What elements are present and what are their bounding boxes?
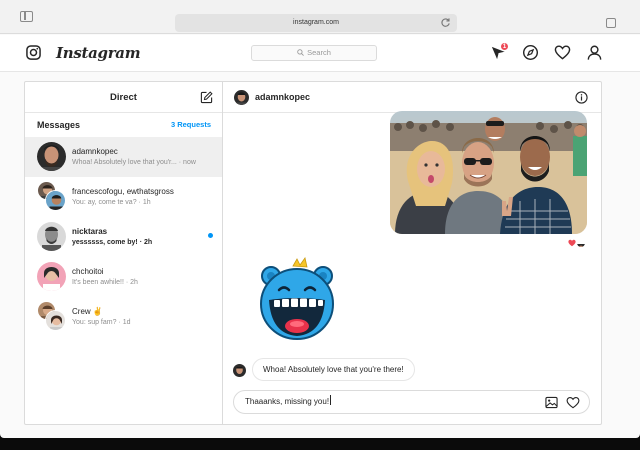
laughing-monster-sticker[interactable]	[255, 256, 343, 344]
avatar	[45, 310, 66, 331]
heart-reaction-icon	[568, 239, 576, 247]
thread-preview: You: sup fam? · 1d	[72, 319, 131, 326]
avatar	[45, 190, 66, 211]
avatar	[37, 262, 66, 291]
unread-indicator	[208, 233, 213, 238]
instagram-wordmark[interactable]: Instagram	[56, 44, 141, 62]
messages-section-header: Messages 3 Requests	[25, 114, 222, 136]
message-reactions[interactable]	[568, 239, 588, 247]
explore-compass-icon[interactable]	[522, 44, 539, 61]
like-heart-icon[interactable]	[566, 396, 580, 409]
activity-heart-icon[interactable]	[554, 44, 571, 61]
search-input[interactable]: Search	[251, 45, 377, 61]
browser-window: instagram.com Instagram Search 1 Direct …	[0, 0, 640, 438]
conversation-pane: adamnkopec Whoa! Absolutely love that yo…	[223, 82, 601, 424]
thread-name: Crew ✌️	[72, 307, 103, 316]
text-caret	[330, 395, 332, 405]
thread-name: francescofogu, ewthatsgross	[72, 187, 174, 196]
inbox-header: Direct	[25, 82, 222, 113]
browser-toolbar: instagram.com	[0, 0, 640, 34]
reload-icon[interactable]	[440, 17, 451, 28]
search-icon	[297, 49, 304, 56]
messages-label: Messages	[37, 120, 81, 130]
thread-item-adamnkopec[interactable]: adamnkopec Whoa! Absolutely love that yo…	[25, 137, 222, 177]
info-icon[interactable]	[575, 91, 588, 104]
thread-item-crew[interactable]: Crew ✌️ You: sup fam? · 1d	[25, 297, 222, 337]
thread-item-francescofogu-ewthatsgross[interactable]: francescofogu, ewthatsgross You: ay, com…	[25, 177, 222, 217]
thread-item-nicktaras[interactable]: nicktaras yessssss, come by! · 2h	[25, 217, 222, 257]
inbox-pane: Direct Messages 3 Requests adamnkopec Wh…	[25, 82, 223, 424]
search-placeholder: Search	[307, 48, 331, 57]
new-message-compose-icon[interactable]	[200, 91, 213, 104]
gallery-image-icon[interactable]	[545, 396, 558, 409]
conversation-username[interactable]: adamnkopec	[255, 92, 310, 102]
thread-preview: You: ay, come te va? · 1h	[72, 199, 151, 206]
avatar	[37, 222, 66, 251]
device-bezel	[0, 438, 640, 450]
conversation-header: adamnkopec	[223, 82, 601, 113]
thread-name: nicktaras	[72, 227, 108, 236]
thread-preview: Whoa! Absolutely love that you'r... · no…	[72, 159, 196, 166]
message-composer[interactable]: Thaaanks, missing you!	[233, 390, 590, 414]
tabs-overview-icon[interactable]	[606, 18, 616, 28]
thread-item-chchoitoi[interactable]: chchoitoi It's been awhile!! · 2h	[25, 257, 222, 297]
avatar	[37, 142, 66, 171]
instagram-header: Instagram Search 1	[0, 35, 640, 72]
profile-person-icon[interactable]	[586, 44, 603, 61]
thread-preview: It's been awhile!! · 2h	[72, 279, 138, 286]
sidebar-toggle-icon[interactable]	[20, 11, 33, 22]
incoming-message-bubble[interactable]: Whoa! Absolutely love that you're there!	[252, 358, 415, 381]
avatar	[577, 239, 585, 247]
url-text: instagram.com	[293, 19, 339, 26]
avatar[interactable]	[233, 364, 246, 377]
message-requests-link[interactable]: 3 Requests	[171, 120, 211, 129]
message-input-text: Thaaanks, missing you!	[245, 397, 330, 406]
direct-messages-panel: Direct Messages 3 Requests adamnkopec Wh…	[24, 81, 602, 425]
thread-name: chchoitoi	[72, 267, 104, 276]
shared-photo-message[interactable]	[390, 111, 587, 234]
thread-preview: yessssss, come by! · 2h	[72, 239, 153, 246]
address-bar[interactable]: instagram.com	[175, 14, 457, 32]
inbox-title: Direct	[110, 92, 137, 103]
instagram-logo-icon[interactable]	[26, 45, 41, 60]
thread-name: adamnkopec	[72, 147, 118, 156]
notification-badge: 1	[500, 42, 509, 51]
avatar[interactable]	[234, 90, 249, 105]
message-input[interactable]: Thaaanks, missing you!	[245, 391, 525, 413]
